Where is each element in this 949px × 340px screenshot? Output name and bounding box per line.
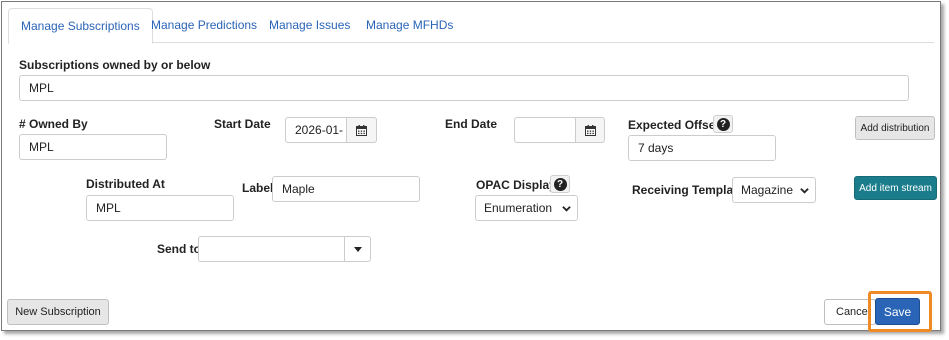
send-to-dropdown-button[interactable]: [344, 236, 371, 262]
end-date-label: End Date: [445, 117, 498, 131]
caret-down-icon: [353, 246, 362, 252]
expected-offset-label: Expected Offset: [628, 118, 720, 132]
chevron-down-icon: [562, 206, 571, 212]
receiving-template-value: Magazine: [741, 183, 794, 197]
subscriptions-owned-label: Subscriptions owned by or below: [19, 58, 211, 72]
label-field-label: Label: [242, 181, 274, 195]
end-date-calendar-button[interactable]: [575, 117, 605, 143]
label-field-input[interactable]: Maple: [272, 176, 420, 202]
opac-display-select[interactable]: Enumeration: [475, 195, 578, 221]
start-date-label: Start Date: [214, 117, 271, 131]
opac-display-help-button[interactable]: ?: [550, 175, 570, 193]
end-date-input[interactable]: [514, 117, 577, 143]
receiving-template-select[interactable]: Magazine: [732, 177, 816, 203]
receiving-template-label: Receiving Template: [632, 183, 744, 197]
help-icon: ?: [553, 177, 567, 191]
distributed-at-input[interactable]: MPL: [86, 195, 234, 221]
send-to-input[interactable]: [198, 236, 346, 262]
expected-offset-help-button[interactable]: ?: [713, 115, 733, 133]
tab-manage-predictions[interactable]: Manage Predictions: [139, 8, 269, 43]
calendar-icon: [356, 124, 367, 136]
help-icon: ?: [716, 117, 730, 131]
distributed-at-label: Distributed At: [86, 177, 165, 191]
opac-display-value: Enumeration: [484, 201, 553, 215]
opac-display-label: OPAC Display: [476, 178, 556, 192]
add-item-stream-button[interactable]: Add item stream: [854, 176, 937, 200]
owned-by-label: # Owned By: [19, 117, 88, 131]
tab-bar: Manage Subscriptions Manage Predictions …: [8, 8, 934, 44]
owned-by-input[interactable]: MPL: [19, 134, 167, 160]
chevron-down-icon: [800, 188, 809, 194]
add-distribution-button[interactable]: Add distribution: [855, 116, 935, 140]
tab-manage-mfhds[interactable]: Manage MFHDs: [354, 8, 465, 43]
start-date-calendar-button[interactable]: [346, 117, 377, 143]
tab-manage-issues[interactable]: Manage Issues: [257, 8, 362, 43]
start-date-input[interactable]: 2026-01-: [285, 117, 348, 143]
subscription-editor-panel: Manage Subscriptions Manage Predictions …: [1, 1, 941, 332]
tab-manage-subscriptions[interactable]: Manage Subscriptions: [8, 8, 153, 44]
save-button[interactable]: Save: [875, 298, 920, 325]
calendar-icon: [584, 124, 596, 136]
new-subscription-button[interactable]: New Subscription: [7, 299, 109, 325]
send-to-label: Send to: [157, 242, 201, 256]
subscriptions-owned-input[interactable]: MPL: [19, 75, 909, 101]
expected-offset-input[interactable]: 7 days: [628, 135, 776, 161]
